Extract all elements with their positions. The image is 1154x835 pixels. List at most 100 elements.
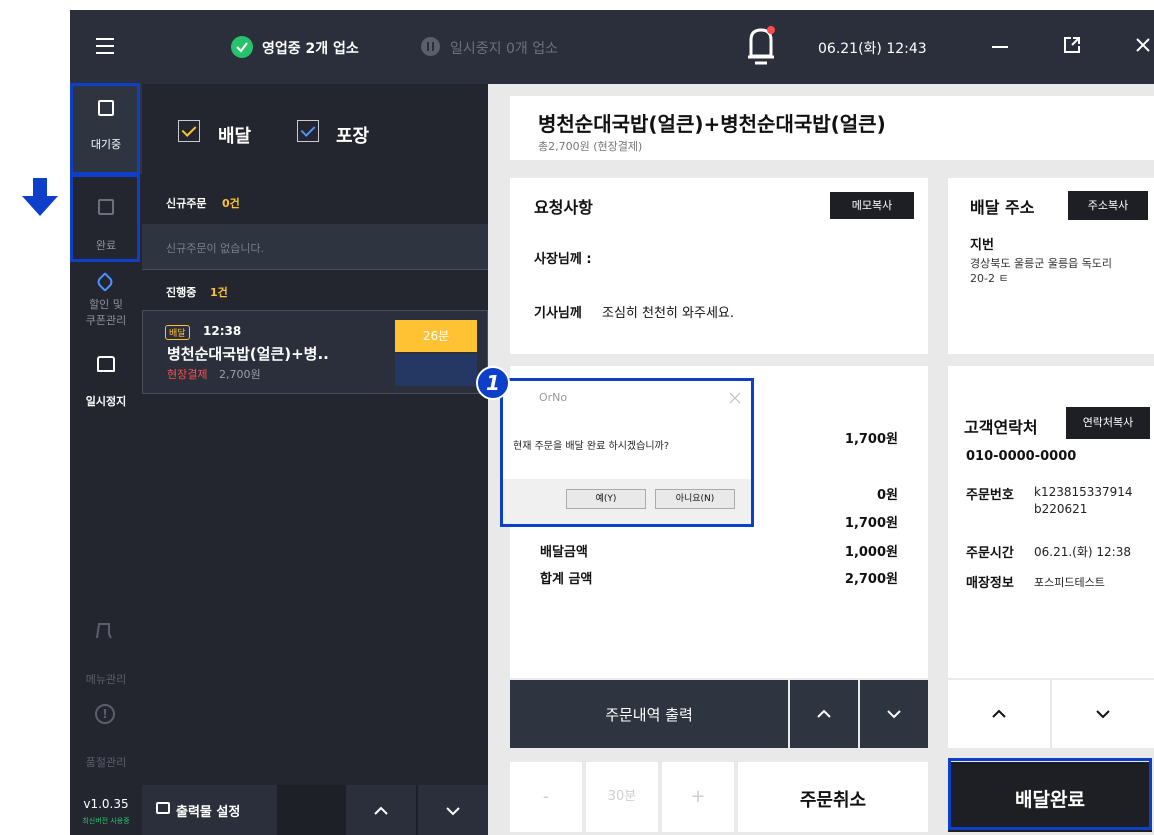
order-payment-type: 현장결제 [167,368,208,381]
in-progress-count: 1건 [210,286,228,299]
order-name: 병천순대국밥(얼큰)+병.. [167,345,329,363]
chevron-down-icon [1096,710,1110,719]
sidebar-item-label: 일시정지 [85,395,127,408]
plus-label: + [690,786,706,807]
new-orders-empty-text: 신규주문이 없습니다. [166,242,265,255]
popout-window-icon[interactable] [1063,36,1081,54]
step-badge: 1 [476,366,510,400]
amount-row-value: 1,700원 [844,516,898,531]
time-plus-button[interactable]: + [662,762,734,832]
print-settings-button[interactable]: 출력물 설정 [142,785,277,835]
address-panel: 배달 주소 주소복사 지번 경상북도 울릉군 울릉읍 독도리 20-2 ㅌ [948,178,1154,354]
total-amount-label: 합계 금액 [540,572,593,587]
order-subtitle: 총2,700원 (현장결제) [538,140,643,153]
pickup-filter-label: 포장 [336,126,370,147]
order-eta-badge: 26분 [395,320,477,352]
open-store-status: 영업중 2개 업소 [262,41,359,57]
sidebar-item-label: 메뉴관리 [85,673,127,686]
new-orders-count: 0건 [222,197,240,210]
printer-icon [156,802,170,814]
time-minus-button[interactable]: - [510,762,582,832]
detail-scroll-down-button[interactable] [860,680,928,748]
order-number: k123815337914 b220621 [1034,485,1133,516]
copy-memo-button[interactable]: 메모복사 [830,192,914,219]
new-orders-empty: 신규주문이 없습니다. [142,224,488,270]
detail-scroll-up-button[interactable] [790,680,858,748]
bell-icon[interactable] [746,26,776,66]
minimize-icon[interactable] [992,46,1008,48]
print-order-label: 주문내역 출력 [605,706,693,724]
close-icon[interactable] [1136,37,1150,52]
minus-label: - [542,786,550,807]
check-circle-icon [231,36,253,58]
tag-icon [95,272,115,292]
cancel-order-label: 주문취소 [799,790,867,811]
order-card[interactable]: 배달 12:38 병천순대국밥(얼큰)+병.. 현장결제 2,700원 26분 [142,310,488,394]
customer-phone: 010-0000-0000 [966,449,1077,464]
sidebar-item-label: 품절관리 [85,756,127,769]
version-text: v1.0.35 [83,797,129,811]
delivery-filter-label: 배달 [218,126,252,147]
list-scroll-up-button[interactable] [346,785,416,835]
chevron-up-icon [817,709,831,718]
owner-request-label: 사장님께 : [534,252,592,267]
order-amount: 2,700원 [219,368,261,381]
menu-icon[interactable] [96,38,114,54]
sidebar-item-label: 할인 및 쿠폰관리 [85,298,127,327]
paused-store-status: 일시중지 0개 업소 [450,41,558,57]
chevron-up-icon [374,806,388,815]
chevron-down-icon [446,807,460,816]
delivery-fee-label: 배달금액 [540,545,588,560]
rider-request-label: 기사님께 [534,306,582,321]
cancel-order-button[interactable]: 주문취소 [738,762,928,832]
request-heading: 요청사항 [534,198,593,217]
chevron-up-icon [992,709,1006,718]
order-title-panel: 병천순대국밥(얼큰)+병천순대국밥(얼큰) 총2,700원 (현장결제) [510,96,1154,160]
list-scroll-down-button[interactable] [418,785,488,835]
customer-heading: 고객연락처 [964,418,1038,437]
down-arrow-annotation-icon [22,178,58,216]
customer-scroll-up-button[interactable] [948,680,1050,748]
request-panel: 요청사항 메모복사 사장님께 : 기사님께 조심히 천천히 와주세요. [510,178,928,354]
menu-book-icon [95,622,113,640]
delivery-fee-value: 1,000원 [844,545,898,560]
version-box: v1.0.35 최신버전 사용중 [70,786,142,835]
store-info-value: 포스피드테스트 [1034,576,1105,589]
order-time-value: 06.21.(화) 12:38 [1034,545,1131,559]
address-heading: 배달 주소 [970,198,1035,217]
order-time: 12:38 [203,324,242,338]
sidebar-item-menu[interactable]: 메뉴관리 [70,609,142,694]
order-eta-progress [395,354,477,386]
store-info-label: 매장정보 [966,576,1014,591]
copy-address-button[interactable]: 주소복사 [1068,191,1148,220]
order-type-badge: 배달 [165,325,190,340]
customer-scroll-down-button[interactable] [1052,680,1154,748]
chevron-down-icon [887,710,901,719]
rider-request-text: 조심히 천천히 와주세요. [602,306,734,321]
top-bar: 영업중 2개 업소 일시중지 0개 업소 06.21(화) 12:43 [70,10,1154,84]
sidebar-item-coupons[interactable]: 할인 및 쿠폰관리 [70,269,142,349]
pickup-filter-checkbox[interactable] [297,120,319,142]
store-icon [97,356,115,372]
amount-row-value: 0원 [876,488,898,503]
copy-contact-button[interactable]: 연락처복사 [1066,407,1150,439]
list-footer: 출력물 설정 [142,785,488,835]
time-value: 30분 [607,789,637,804]
address-text: 경상북도 울릉군 울릉읍 독도리 20-2 ㅌ [970,257,1113,285]
waiting-highlight-frame [70,83,140,175]
print-order-button[interactable]: 주문내역 출력 [510,680,788,748]
delivery-filter-checkbox[interactable] [178,120,200,142]
order-number-label: 주문번호 [966,488,1014,503]
total-amount-value: 2,700원 [844,572,898,587]
new-orders-title: 신규주문 [166,197,207,210]
order-title: 병천순대국밥(얼큰)+병천순대국밥(얼큰) [538,112,886,136]
sidebar-item-soldout[interactable]: ! 품절관리 [70,694,142,779]
complete-button-highlight-frame [948,758,1152,830]
in-progress-title: 진행중 [166,286,197,299]
sidebar-item-pause[interactable]: 일시정지 [70,349,142,429]
print-settings-label: 출력물 설정 [176,805,241,820]
order-time-label: 주문시간 [966,546,1014,561]
order-list-panel: 배달 포장 신규주문 0건 신규주문이 없습니다. 진행중 1건 배달 12:3… [142,84,488,835]
order-eta: 26분 [422,329,450,343]
time-value-display: 30분 [586,762,658,832]
